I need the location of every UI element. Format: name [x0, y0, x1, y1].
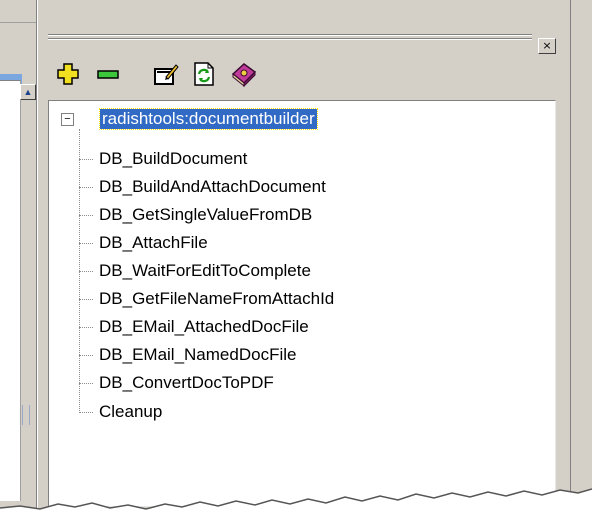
tree-view[interactable]: − radishtools:documentbuilder DB_BuildDo…	[48, 100, 556, 507]
tree-node[interactable]: DB_BuildAndAttachDocument	[99, 177, 326, 197]
toolbar	[48, 56, 548, 90]
panel-drag-grip[interactable]	[48, 38, 532, 40]
splitter-grip[interactable]	[22, 405, 30, 425]
tool-panel: × − radishtools:documentbuilder DB_Build…	[37, 0, 570, 512]
add-icon[interactable]	[54, 60, 82, 88]
tree-connector	[79, 187, 93, 188]
collapse-toggle-icon[interactable]: −	[61, 113, 74, 126]
panel-drag-grip[interactable]	[48, 34, 532, 36]
background-window-titlebar	[0, 0, 36, 23]
tree-node[interactable]: DB_WaitForEditToComplete	[99, 261, 311, 281]
tree-connector	[79, 271, 93, 272]
tree-connector	[79, 215, 93, 216]
remove-icon[interactable]	[94, 60, 122, 88]
tree-connector	[79, 243, 93, 244]
book-icon[interactable]	[230, 60, 258, 88]
torn-edge	[0, 488, 592, 512]
tree-node[interactable]: DB_EMail_AttachedDocFile	[99, 317, 309, 337]
scroll-up-arrow-icon[interactable]: ▲	[20, 84, 36, 100]
background-window-left: ▲	[0, 0, 37, 512]
tree-connector	[79, 159, 93, 160]
tree-connector	[79, 355, 93, 356]
tree-node[interactable]: DB_GetFileNameFromAttachId	[99, 289, 334, 309]
tree-root-node[interactable]: radishtools:documentbuilder	[99, 108, 318, 130]
background-window-right	[570, 0, 592, 512]
tree-node[interactable]: Cleanup	[99, 402, 162, 422]
tree-connector	[79, 383, 93, 384]
refresh-icon[interactable]	[190, 60, 218, 88]
tree-connector	[79, 299, 93, 300]
background-window-pane	[0, 80, 21, 501]
panel-close-button[interactable]: ×	[538, 38, 556, 54]
tree-connector	[79, 412, 93, 413]
edit-icon[interactable]	[152, 60, 180, 88]
tree-node[interactable]: DB_ConvertDocToPDF	[99, 373, 274, 393]
tree-node[interactable]: DB_EMail_NamedDocFile	[99, 345, 296, 365]
tree-node[interactable]: DB_BuildDocument	[99, 149, 247, 169]
tree-connector	[79, 327, 93, 328]
tree-node[interactable]: DB_GetSingleValueFromDB	[99, 205, 312, 225]
tree-node[interactable]: DB_AttachFile	[99, 233, 208, 253]
